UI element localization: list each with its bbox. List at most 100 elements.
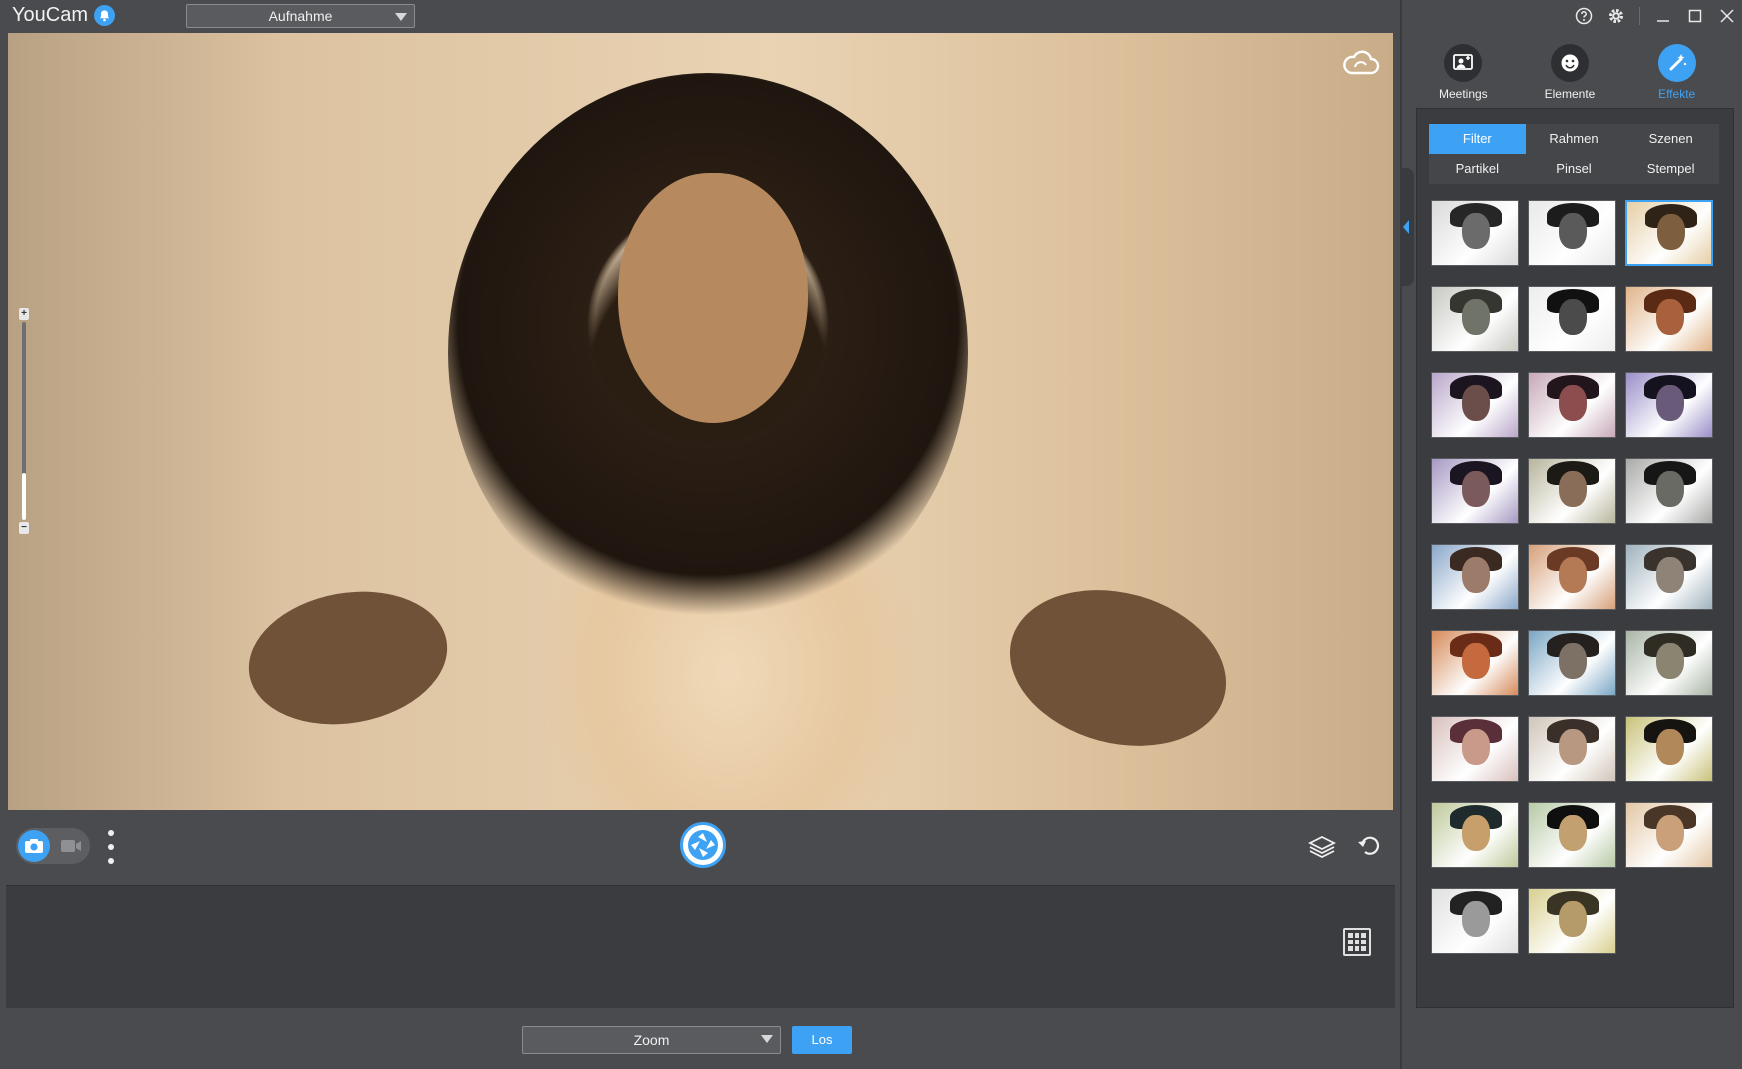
filter-thumbnail-face [1462, 729, 1490, 765]
preview-subject-hand-right [992, 567, 1244, 769]
filter-thumbnail[interactable] [1528, 630, 1616, 696]
filter-thumbnail-face [1559, 213, 1587, 249]
grid-icon[interactable] [1343, 928, 1371, 956]
filter-thumbnail[interactable] [1528, 458, 1616, 524]
gear-icon[interactable] [1607, 7, 1625, 25]
tab-effects-label: Effekte [1658, 87, 1696, 101]
meetings-icon [1444, 44, 1483, 82]
filter-thumbnail-face [1656, 471, 1684, 507]
youcam-window: YouCam Aufnahme + − Zoom Los Meetings El… [0, 0, 1742, 1069]
go-button[interactable]: Los [792, 1026, 852, 1054]
filter-thumbnail[interactable] [1625, 544, 1713, 610]
filter-thumbnail[interactable] [1528, 544, 1616, 610]
subtab-stamp[interactable]: Stempel [1622, 154, 1719, 184]
filter-thumbnail-face [1462, 643, 1490, 679]
gallery-strip [6, 885, 1395, 1008]
filter-thumbnail-face [1559, 385, 1587, 421]
subtab-scenes[interactable]: Szenen [1622, 124, 1719, 154]
maximize-icon[interactable] [1686, 7, 1704, 25]
more-vertical-icon[interactable] [104, 830, 118, 864]
shutter-icon [688, 830, 718, 860]
close-icon[interactable] [1718, 7, 1736, 25]
subtab-filter[interactable]: Filter [1429, 124, 1526, 154]
app-title: YouCam [12, 4, 88, 26]
subtab-brush[interactable]: Pinsel [1526, 154, 1623, 184]
filter-thumbnail-grid [1431, 200, 1721, 954]
source-select-value: Aufnahme [268, 8, 333, 24]
bell-icon[interactable] [94, 5, 115, 26]
filter-thumbnail[interactable] [1431, 716, 1519, 782]
title-bar: YouCam Aufnahme [0, 0, 1400, 32]
filter-thumbnail[interactable] [1528, 286, 1616, 352]
video-camera-icon[interactable] [60, 838, 82, 854]
filter-thumbnail[interactable] [1625, 372, 1713, 438]
filter-thumbnail-face [1462, 299, 1490, 335]
filter-thumbnail-face [1462, 471, 1490, 507]
filter-thumbnail-face [1657, 214, 1685, 250]
filter-thumbnail-face [1462, 901, 1490, 937]
window-controls [1575, 6, 1736, 26]
zoom-slider[interactable]: + − [19, 308, 29, 534]
filter-thumbnail[interactable] [1625, 458, 1713, 524]
filter-thumbnail-face [1559, 643, 1587, 679]
filter-thumbnail-face [1656, 643, 1684, 679]
filter-thumbnail[interactable] [1625, 802, 1713, 868]
filter-thumbnail[interactable] [1528, 372, 1616, 438]
undo-icon[interactable] [1356, 833, 1382, 859]
camera-icon[interactable] [18, 830, 50, 862]
target-app-value: Zoom [633, 1032, 670, 1048]
chevron-left-icon [1403, 220, 1409, 234]
minimize-icon[interactable] [1654, 7, 1672, 25]
tab-meetings[interactable]: Meetings [1418, 44, 1508, 104]
source-select[interactable]: Aufnahme [186, 4, 415, 28]
tab-elements-label: Elemente [1544, 87, 1596, 101]
filter-panel-body: Filter Rahmen Szenen Partikel Pinsel Ste… [1416, 108, 1734, 1008]
filter-thumbnail-face [1656, 385, 1684, 421]
subtab-frames[interactable]: Rahmen [1526, 124, 1623, 154]
capture-mode-toggle[interactable] [16, 828, 90, 864]
tab-effects[interactable]: Effekte [1632, 44, 1722, 104]
target-app-select[interactable]: Zoom [522, 1026, 781, 1054]
filter-thumbnail-face [1559, 729, 1587, 765]
chevron-down-icon [395, 13, 407, 21]
layers-icon[interactable] [1307, 833, 1337, 861]
zoom-out-icon[interactable]: − [19, 522, 29, 534]
filter-thumbnail[interactable] [1431, 372, 1519, 438]
panel-collapse-handle[interactable] [1400, 168, 1414, 286]
filter-thumbnail[interactable] [1431, 888, 1519, 954]
zoom-slider-handle[interactable] [22, 473, 26, 520]
subtab-particles[interactable]: Partikel [1429, 154, 1526, 184]
cloud-sync-icon[interactable] [1341, 49, 1381, 79]
filter-thumbnail[interactable] [1431, 286, 1519, 352]
filter-thumbnail[interactable] [1528, 200, 1616, 266]
filter-thumbnail[interactable] [1431, 802, 1519, 868]
tab-elements[interactable]: Elemente [1525, 44, 1615, 104]
filter-thumbnail-face [1462, 385, 1490, 421]
filter-thumbnail-face [1656, 815, 1684, 851]
camera-preview [8, 33, 1393, 810]
filter-thumbnail[interactable] [1625, 200, 1713, 266]
filter-thumbnail[interactable] [1625, 630, 1713, 696]
filter-thumbnail[interactable] [1528, 716, 1616, 782]
filter-thumbnail[interactable] [1431, 200, 1519, 266]
filter-thumbnail-face [1656, 557, 1684, 593]
filter-thumbnail[interactable] [1528, 802, 1616, 868]
filter-thumbnail[interactable] [1431, 458, 1519, 524]
magic-wand-icon [1657, 44, 1696, 82]
window-controls-separator [1639, 7, 1640, 25]
filter-thumbnail-face [1462, 557, 1490, 593]
filter-thumbnail-face [1656, 299, 1684, 335]
zoom-in-icon[interactable]: + [19, 308, 29, 320]
smiley-icon [1550, 44, 1589, 82]
filter-thumbnail-face [1462, 815, 1490, 851]
filter-thumbnail-face [1462, 213, 1490, 249]
filter-thumbnail[interactable] [1431, 544, 1519, 610]
filter-thumbnail[interactable] [1528, 888, 1616, 954]
help-icon[interactable] [1575, 7, 1593, 25]
filter-thumbnail[interactable] [1625, 716, 1713, 782]
filter-thumbnail[interactable] [1625, 286, 1713, 352]
filter-thumbnail[interactable] [1431, 630, 1519, 696]
shutter-button[interactable] [680, 822, 726, 868]
filter-thumbnail-face [1559, 815, 1587, 851]
effects-main-tabs: Meetings Elemente Effekte [1410, 44, 1730, 104]
